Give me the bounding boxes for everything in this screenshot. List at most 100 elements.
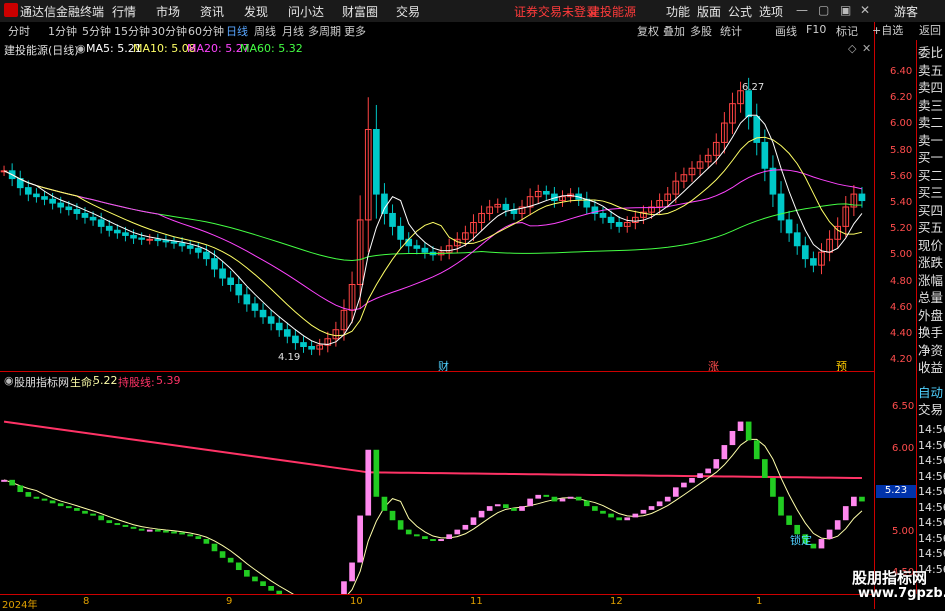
indicator-sub-svg: [1, 420, 865, 594]
indicator-bar: [381, 496, 388, 511]
indicator-bar: [842, 506, 849, 521]
indicator-sub-chart[interactable]: ◉ 股朋指标网 生命: 5.22 持股线: 5.39 锁定: [0, 372, 874, 594]
restore-icon[interactable]: ▢: [818, 3, 829, 17]
menu-ask-xiaoda[interactable]: 问小达: [288, 3, 324, 20]
f10-button[interactable]: F10: [806, 23, 826, 36]
indicator-bar: [624, 517, 631, 521]
quote-label: 买四: [918, 202, 944, 218]
menu-options[interactable]: 选项: [759, 3, 783, 20]
kline-main-chart[interactable]: 建投能源(日线) ◉ MA5: 5.21 MA10: 5.08 MA20: 5.…: [0, 40, 874, 373]
quote-label: 买五: [918, 220, 944, 235]
candle-body: [599, 212, 607, 218]
candle-body: [130, 234, 137, 239]
indicator-bar: [41, 498, 48, 501]
indicator-bar: [260, 581, 266, 586]
menu-function[interactable]: 功能: [666, 3, 690, 20]
axis-tick: 5.20: [890, 223, 913, 235]
trade-label[interactable]: 交易: [918, 401, 945, 418]
indicator-bar: [252, 576, 258, 582]
indicator-bar: [486, 506, 493, 511]
menu-wealth-circle[interactable]: 财富圈: [342, 3, 378, 20]
indicator-bar: [163, 530, 169, 533]
indicator-bar: [211, 543, 218, 552]
indicator-bar: [138, 528, 145, 531]
settings-gear-icon[interactable]: ◇: [848, 42, 856, 55]
collapse-icon[interactable]: ✕: [862, 42, 871, 55]
maximize-icon[interactable]: ▣: [840, 3, 851, 17]
indicator-bar: [65, 506, 72, 509]
candle-body: [146, 238, 154, 241]
candle-body: [283, 329, 291, 337]
watermark-name: 股朋指标网: [852, 569, 928, 587]
period-tab-5min[interactable]: 5分钟: [82, 23, 111, 39]
indicator-bar: [632, 513, 639, 518]
menu-news[interactable]: 资讯: [200, 3, 224, 20]
indicator-toggle-icon[interactable]: ◉: [4, 374, 14, 387]
indicator-bar: [559, 498, 566, 502]
period-tab-15min[interactable]: 15分钟: [114, 23, 150, 39]
axis-tick: 4.40: [890, 328, 913, 340]
menu-trade[interactable]: 交易: [396, 3, 420, 20]
close-icon[interactable]: ✕: [860, 3, 870, 17]
period-tab-weekly[interactable]: 周线: [254, 23, 276, 39]
menu-quotes[interactable]: 行情: [112, 3, 136, 20]
indicator-bar: [235, 562, 242, 571]
quote-label: 卖一: [918, 132, 944, 148]
multi-stock-button[interactable]: 多股: [690, 23, 712, 39]
overlay-button[interactable]: 叠加: [663, 23, 685, 39]
indicator-bar: [478, 510, 485, 518]
period-tab-daily[interactable]: 日线: [226, 23, 248, 39]
quote-label: 净资: [918, 342, 944, 358]
period-tab-more[interactable]: 更多: [344, 23, 366, 39]
period-tab-60min[interactable]: 60分钟: [188, 23, 224, 39]
indicator-bar: [656, 501, 663, 507]
draw-line-button[interactable]: 画线: [775, 23, 797, 39]
indicator-bar: [753, 440, 760, 460]
indicator-bar: [608, 513, 614, 518]
indicator-bar: [729, 430, 736, 446]
indicator-bar: [268, 586, 274, 591]
statistics-button[interactable]: 统计: [720, 23, 742, 39]
period-tab-1min[interactable]: 1分钟: [48, 23, 77, 39]
indicator-bar: [154, 529, 161, 532]
indicator-bar: [171, 531, 177, 534]
candle-body: [24, 187, 32, 195]
candle-body: [275, 322, 283, 331]
back-button[interactable]: 返回: [919, 22, 941, 38]
guest-user[interactable]: 游客: [894, 3, 918, 20]
candle-body: [251, 303, 259, 311]
period-tab-monthly[interactable]: 月线: [282, 23, 304, 39]
indicator-bar: [600, 510, 606, 514]
indicator-bar: [737, 421, 744, 431]
minimize-icon[interactable]: —: [796, 3, 808, 17]
adjust-price-button[interactable]: 复权: [637, 23, 659, 39]
indicator-bar: [373, 449, 380, 497]
candle-body: [203, 251, 210, 260]
quote-label: 涨跌: [918, 255, 944, 270]
menu-market[interactable]: 市场: [156, 3, 180, 20]
period-tab-30min[interactable]: 30分钟: [151, 23, 187, 39]
stock-name-link[interactable]: 建投能源: [588, 3, 636, 20]
menu-formula[interactable]: 公式: [728, 3, 752, 20]
menu-discover[interactable]: 发现: [244, 3, 268, 20]
candle-body: [178, 242, 186, 247]
auto-trade-label[interactable]: 自动: [918, 384, 945, 401]
watermark-url: www.7gpzb.com: [858, 586, 945, 601]
candle-body: [607, 216, 615, 223]
candle-body: [138, 237, 145, 240]
quote-label: 涨幅: [918, 272, 944, 288]
period-tab-intraday[interactable]: 分时: [8, 23, 30, 39]
menu-layout[interactable]: 版面: [697, 3, 721, 20]
add-watchlist-button[interactable]: +自选: [872, 22, 903, 38]
indicator-bar: [826, 529, 833, 540]
quote-labels: 委比 卖五 卖四 卖三 卖二 卖一 买一 买二 买三 买四 买五 现价 涨跌 涨…: [918, 44, 945, 377]
indicator-bar: [106, 520, 113, 524]
candle-body: [793, 232, 801, 247]
trade-login-alert[interactable]: 证券交易未登录: [514, 3, 598, 20]
axis-tick: 6.40: [890, 66, 913, 77]
legend-toggle-icon[interactable]: ◉: [76, 42, 86, 55]
candle-body: [810, 258, 817, 266]
mark-button[interactable]: 标记: [836, 23, 858, 39]
tick-time: 14:56: [918, 547, 945, 560]
period-tab-multi[interactable]: 多周期: [308, 23, 341, 39]
